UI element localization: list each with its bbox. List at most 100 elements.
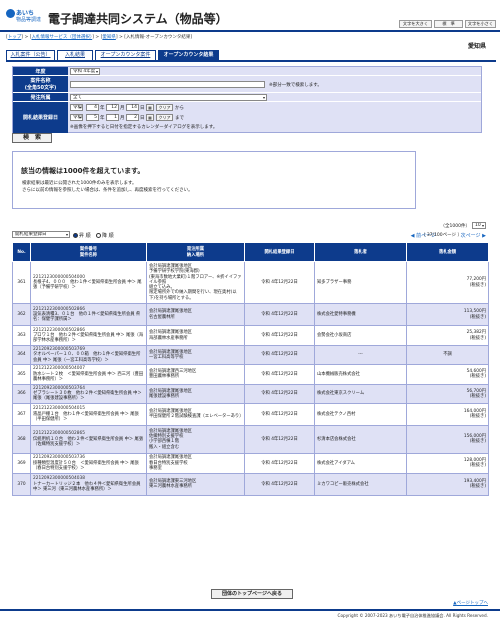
to-month-input[interactable]: 1 bbox=[106, 114, 119, 121]
amount-tax: (税抜き) bbox=[469, 439, 486, 445]
amount-tax: (税抜き) bbox=[469, 414, 486, 420]
row-amount: 164,000円 (税抜き) bbox=[406, 402, 489, 426]
to-year-input[interactable]: 5 bbox=[86, 114, 99, 121]
col-case: 案件番号 案件名称 bbox=[30, 242, 147, 262]
row-no: 362 bbox=[12, 303, 31, 326]
table-row: 364 2212092300000503769 タオルペーパー１０、００箱 他わ１件… bbox=[12, 345, 489, 365]
from-day-input[interactable]: 14 bbox=[126, 104, 139, 111]
row-amount: 193,400円 (税抜き) bbox=[406, 472, 489, 496]
row-winner: 株式会社アイダアム bbox=[314, 452, 407, 474]
case-title: 伝統用机１０台 他わ２件＜愛知県衛生所会員 中＞ 尾張（佐織特別支援学校）＞ bbox=[33, 436, 144, 447]
breadcrumb-top-link[interactable]: トップ bbox=[8, 35, 22, 40]
row-case[interactable]: 2212092300000503764 ゼブラシート３０枚 他わ２件＜愛知県衛生所… bbox=[30, 383, 147, 404]
table-row: 370 2212092300000504038 トナーカートリッジ２本 他わ４件＜愛… bbox=[12, 472, 489, 496]
case-name-input[interactable] bbox=[70, 81, 265, 88]
tab-bar: 入札案件（公告） 入札結果 オープンカウンタ案件 オープンカウンタ結果 bbox=[6, 50, 496, 60]
row-no: 364 bbox=[12, 345, 31, 365]
footer-divider bbox=[0, 609, 500, 611]
row-org: 会計局調達課東三河地区 東三河農林水産事務所 bbox=[146, 472, 245, 496]
results-table: No. 案件番号 案件名称 発注所属 納入場所 開札結果登録日 落札者 落札金額 3… bbox=[12, 242, 489, 496]
amount-tax: (税抜き) bbox=[469, 335, 486, 341]
row-org: 会計局調達課尾張地区 尾張建設事務所 bbox=[146, 383, 245, 404]
row-case[interactable]: 2212122300000502866 プロワ１台 他わ２件＜愛知県衛生所会員 中… bbox=[30, 325, 147, 346]
row-no: 370 bbox=[12, 472, 31, 496]
row-case[interactable]: 2212092300000504038 トナーカートリッジ２本 他わ４件＜愛知県衛… bbox=[30, 472, 147, 496]
copyright: Copyright © 2007-2023 あいち電子自治体推進協議会. All… bbox=[337, 613, 488, 618]
table-row: 367 2212122300000504015 液晶戸棚１台 他わ１件＜愛知県衛生所… bbox=[12, 402, 489, 426]
row-amount: 54,600円 (税抜き) bbox=[406, 363, 489, 385]
breadcrumb-pref-link[interactable]: 愛知県 bbox=[102, 35, 116, 40]
row-date: 令和 4年12月22日 bbox=[244, 472, 315, 496]
notice-title: 該当の情報は1000件を超えています。 bbox=[21, 167, 145, 175]
row-case[interactable]: 2212122300000504007 防水シート２枚 ＜愛知県衛生所会員 中＞ … bbox=[30, 363, 147, 385]
table-row: 366 2212092300000503764 ゼブラシート３０枚 他わ２件＜愛知県… bbox=[12, 383, 489, 404]
font-small-button[interactable]: 文字を小さく bbox=[465, 20, 496, 28]
tab-bid-results[interactable]: 入札結果 bbox=[57, 50, 93, 60]
row-amount: 113,500円 (税抜き) bbox=[406, 303, 489, 326]
from-year-input[interactable]: 4 bbox=[86, 104, 99, 111]
row-no: 368 bbox=[12, 424, 31, 454]
row-case[interactable]: 2212092300000503769 タオルペーパー１０、００箱 他わ１件＜愛知… bbox=[30, 345, 147, 365]
sort-desc-radio[interactable]: 降 順 bbox=[96, 232, 114, 239]
table-row: 363 2212122300000502866 プロワ１台 他わ２件＜愛知県衛生所会… bbox=[12, 325, 489, 346]
per-page-select[interactable]: 10 bbox=[472, 222, 486, 229]
row-no: 367 bbox=[12, 402, 31, 426]
notice-line1: 検索結果は最近に公開された1000件のみを表示します。 bbox=[22, 181, 137, 186]
org-select[interactable]: 全て bbox=[70, 94, 267, 101]
radio-off-icon bbox=[96, 233, 101, 238]
breadcrumb-current: 入札情報-オープンカウンタ結果 bbox=[126, 35, 191, 40]
breadcrumb-service-link[interactable]: 入札情報サービス（団体選択） bbox=[31, 35, 92, 40]
from-month-input[interactable]: 12 bbox=[106, 104, 119, 111]
tab-divider bbox=[6, 60, 496, 62]
case-title: 長根子4、０００ 他わ１件＜愛知県衛生所会員 中＞ 尾張（予備学研学校）＞ bbox=[33, 279, 142, 291]
date-label: 開札結果登録日 bbox=[13, 102, 68, 134]
sort-asc-radio[interactable]: 昇 順 bbox=[73, 232, 91, 239]
org-row: 全て bbox=[68, 93, 481, 102]
fiscal-year-label: 年度 bbox=[13, 67, 68, 76]
col-amount: 落札金額 bbox=[406, 242, 489, 262]
back-to-top-button[interactable]: 団体のトップページへ戻る bbox=[211, 589, 293, 599]
row-org: 会計局調達課尾張地区 佐織特別支援学校 小学部西棟１階 搬入・組立含む bbox=[146, 424, 245, 454]
amount-tax: (税抜き) bbox=[469, 374, 486, 380]
row-case[interactable]: 2212122300000504015 液晶戸棚１台 他わ１件＜愛知県衛生所会員 … bbox=[30, 402, 147, 426]
to-clear-button[interactable]: クリア bbox=[156, 114, 173, 121]
page-info: （ 37/100ページ ） bbox=[420, 233, 462, 238]
row-case[interactable]: 2212122300000502865 伝統用机１０台 他わ２件＜愛知県衛生所会員… bbox=[30, 424, 147, 454]
from-era-select[interactable]: 令和 bbox=[70, 104, 83, 111]
col-date: 開札結果登録日 bbox=[244, 242, 315, 262]
to-calendar-icon[interactable]: ▦ bbox=[146, 114, 154, 121]
case-title: 防水シート２枚 ＜愛知県衛生所会員 中＞ 西三河（豊田農林事務所）＞ bbox=[33, 371, 144, 383]
row-case[interactable]: 2212092300000503736 掛種類型温度計５０台 ＜愛知県衛生所会員 … bbox=[30, 452, 147, 474]
font-large-button[interactable]: 文字を大きく bbox=[399, 20, 432, 28]
search-button[interactable]: 検 索 bbox=[12, 133, 52, 143]
tab-bid-cases[interactable]: 入札案件（公告） bbox=[6, 50, 55, 60]
next-page-link[interactable]: 次ページ ▶ bbox=[461, 232, 486, 239]
header-divider bbox=[0, 30, 500, 32]
row-case[interactable]: 2212122300000502866 設気表清積3、０１台 他の１件＜愛知県衛生… bbox=[30, 303, 147, 326]
page-top-link[interactable]: ▲ページトップへ bbox=[453, 600, 488, 606]
font-standard-button[interactable]: 標 準 bbox=[434, 20, 463, 28]
amount-value: 不調 bbox=[443, 352, 452, 358]
amount-tax: (税抜き) bbox=[469, 282, 486, 288]
tab-open-counter-cases[interactable]: オープンカウンタ案件 bbox=[95, 50, 156, 60]
row-org: 会計局調達課尾張地区 半田保健所２階試験検査課（エレベーターあり） bbox=[146, 402, 245, 426]
notice-box: 該当の情報は1000件を超えています。 検索結果は最近に公開された1000件のみ… bbox=[12, 151, 416, 209]
tab-open-counter-results[interactable]: オープンカウンタ結果 bbox=[158, 50, 219, 60]
row-amount: 156,000円 (税抜き) bbox=[406, 424, 489, 454]
row-no: 363 bbox=[12, 325, 31, 346]
row-date: 令和 4年12月22日 bbox=[244, 303, 315, 326]
case-title: プロワ１台 他わ２件＜愛知県衛生所会員 中＞ 尾張（海部学林水産事務所）＞ bbox=[33, 332, 144, 344]
case-title: トナーカートリッジ２本 他わ４件＜愛知県衛生所会員 中＞ 東三河（東三河農林水産… bbox=[33, 481, 141, 492]
fiscal-year-select[interactable]: 令和 4年度 bbox=[70, 68, 100, 75]
from-calendar-icon[interactable]: ▦ bbox=[146, 104, 154, 111]
amount-tax: (税抜き) bbox=[469, 314, 486, 320]
amount-tax: (税抜き) bbox=[469, 463, 486, 469]
to-era-select[interactable]: 令和 bbox=[70, 114, 83, 121]
row-org: 会計局調達課尾張地区 春日台特別支援学校 事務室 bbox=[146, 452, 245, 474]
row-date: 令和 4年12月22日 bbox=[244, 424, 315, 454]
to-day-input[interactable]: 2 bbox=[126, 114, 139, 121]
row-winner: 知多ブラザー事務 bbox=[314, 261, 407, 304]
sort-select[interactable]: 開札結果登録日 bbox=[12, 231, 70, 238]
from-clear-button[interactable]: クリア bbox=[156, 104, 173, 111]
row-case[interactable]: 2212123000000504000 長根子4、０００ 他わ１件＜愛知県衛生所会… bbox=[30, 261, 147, 304]
